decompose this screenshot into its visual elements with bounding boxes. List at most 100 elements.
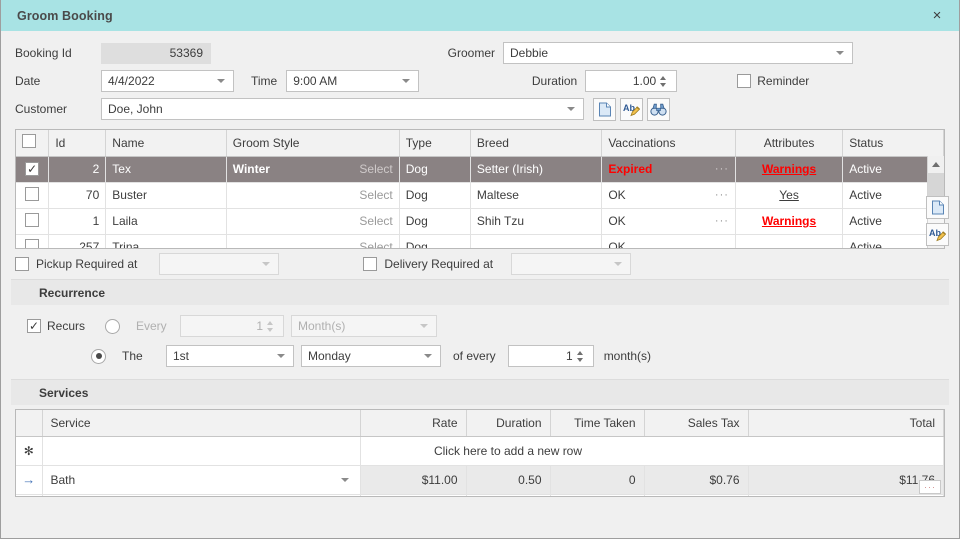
vaccination-more-icon[interactable]: ··· [715, 215, 729, 227]
col-groom-style[interactable]: Groom Style [226, 130, 400, 157]
spinner-arrows-icon[interactable] [573, 346, 587, 366]
pets-grid[interactable]: Id Name Groom Style Type Breed Vaccinati… [15, 129, 945, 249]
find-customer-button[interactable] [647, 97, 670, 121]
cell-id: 257 [48, 234, 107, 248]
chevron-down-icon[interactable] [564, 99, 577, 119]
close-icon[interactable]: × [924, 5, 950, 27]
cell-name: Tex [105, 156, 227, 183]
table-row[interactable]: Bathing Fee $5.00 0.00 0 $0.34 $5.34 [16, 494, 944, 496]
vaccination-more-icon[interactable]: ··· [715, 189, 729, 201]
chevron-down-icon[interactable] [417, 316, 430, 336]
row-checkbox-cell[interactable] [16, 234, 50, 248]
chevron-down-icon[interactable] [833, 43, 846, 63]
weekday-select[interactable]: Monday [301, 345, 441, 367]
col-name[interactable]: Name [105, 130, 227, 157]
spinner-arrows-icon[interactable] [263, 316, 277, 336]
date-input[interactable]: 4/4/2022 [101, 70, 234, 92]
groomer-select[interactable]: Debbie [503, 42, 853, 64]
col-service[interactable]: Service [42, 410, 361, 437]
cell-vaccinations[interactable]: OK [601, 234, 736, 248]
chevron-down-icon[interactable] [214, 71, 227, 91]
chevron-down-icon[interactable] [421, 346, 434, 366]
edit-pet-button[interactable]: Ab [926, 223, 949, 246]
table-row[interactable]: 70 Buster Select Dog Maltese OK ··· Yes … [16, 182, 944, 209]
col-attributes[interactable]: Attributes [735, 130, 844, 157]
cell-attributes[interactable]: Warnings [735, 156, 844, 183]
row-checkbox-cell[interactable] [16, 156, 50, 183]
attributes-link[interactable]: Yes [779, 188, 799, 202]
services-grid[interactable]: Service Rate Duration Time Taken Sales T… [15, 409, 945, 497]
col-time-taken[interactable]: Time Taken [550, 410, 645, 437]
table-row[interactable]: 1 Laila Select Dog Shih Tzu OK ··· Warni… [16, 208, 944, 235]
row-checkbox-cell[interactable] [16, 208, 50, 235]
customer-select[interactable]: Doe, John [101, 98, 584, 120]
of-every-stepper[interactable]: 1 [507, 345, 594, 367]
attributes-link[interactable]: Warnings [762, 214, 816, 228]
recurs-checkbox[interactable] [27, 319, 41, 333]
col-status[interactable]: Status [842, 130, 944, 157]
duration-stepper[interactable]: 1.00 [585, 70, 678, 92]
delivery-required-checkbox[interactable] [363, 257, 378, 271]
cell-service[interactable]: Bath [42, 465, 361, 495]
col-type[interactable]: Type [399, 130, 471, 157]
cell-groom-style[interactable]: Select [226, 234, 400, 248]
cell-attributes[interactable] [735, 234, 844, 248]
cell-service[interactable]: Bathing Fee [42, 494, 361, 496]
cell-vaccinations[interactable]: OK ··· [601, 182, 736, 209]
reminder-checkbox[interactable] [737, 74, 752, 88]
new-pet-button[interactable] [926, 196, 949, 219]
services-row-more-button[interactable]: ··· [919, 480, 941, 494]
scroll-up-icon[interactable] [928, 156, 944, 173]
chevron-down-icon[interactable] [339, 477, 352, 482]
recurrence-mode-every-radio[interactable] [105, 318, 120, 334]
row-checkbox[interactable] [25, 238, 40, 248]
col-sales-tax[interactable]: Sales Tax [644, 410, 749, 437]
new-row-icon[interactable]: ✻ [16, 436, 43, 466]
pickup-required-checkbox[interactable] [15, 257, 29, 271]
vaccination-more-icon[interactable]: ··· [715, 163, 729, 175]
row-checkbox[interactable] [25, 212, 40, 227]
table-row[interactable]: 2 Tex Winter Select Dog Setter (Irish) E… [16, 156, 944, 183]
col-total[interactable]: Total [748, 410, 944, 437]
col-id[interactable]: Id [48, 130, 107, 157]
row-checkbox[interactable] [25, 186, 40, 201]
cell-attributes[interactable]: Warnings [735, 208, 844, 235]
groom-style-select-link[interactable]: Select [359, 162, 392, 176]
groom-style-select-link[interactable]: Select [359, 240, 392, 248]
pickup-time-select[interactable] [159, 253, 280, 275]
col-breed[interactable]: Breed [470, 130, 603, 157]
every-unit-select[interactable]: Month(s) [291, 315, 437, 337]
chevron-down-icon[interactable] [611, 254, 624, 274]
services-new-row[interactable]: ✻ Click here to add a new row [16, 436, 944, 466]
attributes-link[interactable]: Warnings [762, 162, 816, 176]
col-duration[interactable]: Duration [466, 410, 551, 437]
cell-groom-style[interactable]: Winter Select [226, 156, 400, 183]
ordinal-select[interactable]: 1st [166, 345, 294, 367]
every-count-stepper[interactable]: 1 [180, 315, 284, 337]
cell-attributes[interactable]: Yes [735, 182, 844, 209]
select-all-checkbox[interactable] [22, 134, 36, 149]
chevron-down-icon[interactable] [274, 346, 287, 366]
row-checkbox[interactable] [25, 162, 40, 177]
groom-style-select-link[interactable]: Select [359, 188, 392, 202]
row-checkbox-cell[interactable] [16, 182, 50, 209]
groom-style-select-link[interactable]: Select [359, 214, 392, 228]
table-row[interactable]: → Bath $11.00 0.50 0 $0.76 $11.76 [16, 465, 944, 495]
delivery-time-select[interactable] [511, 253, 632, 275]
col-vaccinations[interactable]: Vaccinations [601, 130, 736, 157]
new-row-service-cell[interactable] [42, 436, 361, 466]
time-input[interactable]: 9:00 AM [286, 70, 420, 92]
chevron-down-icon[interactable] [399, 71, 412, 91]
cell-groom-style[interactable]: Select [226, 182, 400, 209]
spinner-arrows-icon[interactable] [656, 71, 670, 91]
col-rate[interactable]: Rate [360, 410, 467, 437]
table-row[interactable]: 257 Trina Select Dog OK Active [16, 234, 944, 248]
cell-vaccinations[interactable]: Expired ··· [601, 156, 736, 183]
cell-vaccinations[interactable]: OK ··· [601, 208, 736, 235]
edit-customer-button[interactable]: Ab [620, 97, 643, 121]
new-customer-button[interactable] [593, 97, 616, 121]
select-all-header[interactable] [16, 130, 50, 157]
recurrence-mode-the-radio[interactable] [91, 348, 106, 364]
chevron-down-icon[interactable] [259, 254, 272, 274]
cell-groom-style[interactable]: Select [226, 208, 400, 235]
